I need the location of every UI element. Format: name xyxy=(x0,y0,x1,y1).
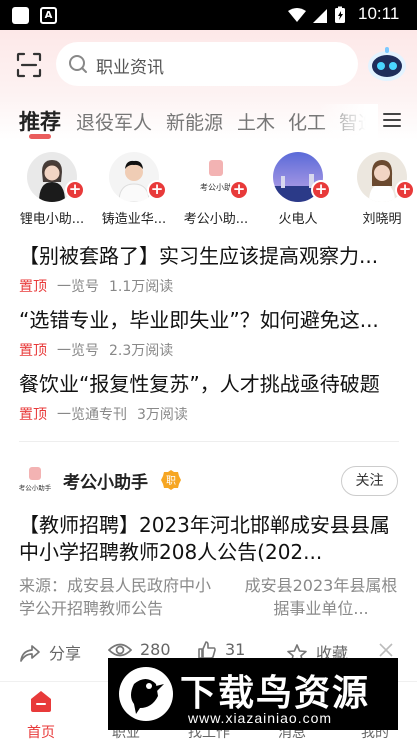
tab-active-indicator xyxy=(29,134,51,139)
nav-label: 首页 xyxy=(27,725,55,741)
tab-veterans[interactable]: 退役军人 xyxy=(76,108,152,135)
pinned-tag: 置顶 xyxy=(19,343,47,359)
pinned-tag: 置顶 xyxy=(19,407,47,423)
article-meta: 置顶 一览号 1.1万阅读 xyxy=(19,276,173,296)
author-logo: 考公小助手 xyxy=(19,467,52,492)
article-source: 一览号 xyxy=(57,343,99,359)
creator-name: 铸造业华... xyxy=(101,212,167,227)
status-bar: A 10:11 xyxy=(0,0,417,30)
creator-item[interactable]: + 刘晓明 xyxy=(341,148,417,228)
card-title[interactable]: 【教师招聘】2023年河北邯郸成安县县属中小学招聘教师208人公告(202... xyxy=(19,512,401,566)
menu-icon[interactable] xyxy=(382,110,402,130)
status-time: 10:11 xyxy=(358,4,400,23)
creator-item[interactable]: + 铸造业华... xyxy=(93,148,175,228)
share-button[interactable]: 分享 xyxy=(19,640,81,664)
article-reads: 3万阅读 xyxy=(137,407,188,423)
creator-name: 刘晓明 xyxy=(362,212,402,227)
follow-plus-icon[interactable]: + xyxy=(229,180,249,200)
thumbs-up-icon xyxy=(198,641,216,659)
likes-label: 31 xyxy=(225,640,246,659)
svg-text:考公小助手: 考公小助手 xyxy=(19,483,52,492)
article-title: 【别被套路了】实习生应该提高观察力... xyxy=(19,244,379,268)
home-icon xyxy=(31,691,51,712)
app-notification-icon: A xyxy=(40,7,57,24)
watermark-url: www.xiazainiao.com xyxy=(188,710,333,726)
follow-plus-icon[interactable]: + xyxy=(311,180,331,200)
views-label: 280 xyxy=(140,640,171,659)
follow-plus-icon[interactable]: + xyxy=(65,180,85,200)
summary-right: 成安县2023年县属根据事业单位... xyxy=(244,576,398,618)
creator-name: 火电人 xyxy=(278,212,318,227)
summary-left: 来源：成安县人民政府中小学公开招聘教师公告 xyxy=(19,576,212,618)
creator-item[interactable]: + 锂电小助... xyxy=(11,148,93,228)
author-name[interactable]: 考公小助手 xyxy=(63,468,148,493)
creator-item[interactable]: + 火电人 xyxy=(257,148,339,228)
svg-text:考公小助: 考公小助 xyxy=(200,182,232,192)
robot-assistant-icon[interactable] xyxy=(366,44,408,84)
category-tabs: 推荐 退役军人 新能源 土木 化工 智造 xyxy=(0,104,417,140)
pinned-article[interactable]: 【别被套路了】实习生应该提高观察力... 置顶 一览号 1.1万阅读 xyxy=(19,240,399,302)
watermark-title: 下载鸟资源 xyxy=(180,673,371,714)
search-placeholder: 职业资讯 xyxy=(96,58,164,78)
verified-badge-icon: 职 xyxy=(161,470,181,490)
article-source: 一览号 xyxy=(57,279,99,295)
article-meta: 置顶 一览通专刊 3万阅读 xyxy=(19,404,188,424)
search-input[interactable]: 职业资讯 xyxy=(56,42,358,86)
article-meta: 置顶 一览号 2.3万阅读 xyxy=(19,340,173,360)
svg-text:职: 职 xyxy=(166,475,176,487)
search-icon xyxy=(69,55,87,73)
creator-name: 考公小助... xyxy=(183,212,249,227)
eye-icon xyxy=(107,643,133,657)
follow-plus-icon[interactable]: + xyxy=(147,180,167,200)
scan-icon[interactable] xyxy=(16,52,42,78)
tabs-fade xyxy=(318,104,378,140)
pinned-tag: 置顶 xyxy=(19,279,47,295)
article-title: 餐饮业“报复性复苏”，人才挑战亟待破题 xyxy=(19,372,380,396)
creator-name: 锂电小助... xyxy=(19,212,85,227)
pinned-article[interactable]: “选错专业，毕业即失业”？如何避免这... 置顶 一览号 2.3万阅读 xyxy=(19,304,399,366)
pinned-article[interactable]: 餐饮业“报复性复苏”，人才挑战亟待破题 置顶 一览通专刊 3万阅读 xyxy=(19,368,399,430)
article-source: 一览通专刊 xyxy=(57,407,127,423)
follow-plus-icon[interactable]: + xyxy=(395,180,415,200)
divider xyxy=(19,441,399,442)
share-label: 分享 xyxy=(49,644,82,663)
article-title: “选错专业，毕业即失业”？如何避免这... xyxy=(19,308,379,332)
tab-new-energy[interactable]: 新能源 xyxy=(166,108,223,135)
creator-item[interactable]: 考公小助 + 考公小助... xyxy=(175,148,257,228)
article-reads: 2.3万阅读 xyxy=(109,343,174,359)
nav-home[interactable]: 首页 xyxy=(1,688,81,741)
status-icons xyxy=(288,6,345,23)
tab-civil-engineering[interactable]: 土木 xyxy=(237,108,275,135)
notification-icon xyxy=(12,7,29,24)
share-icon xyxy=(20,645,40,662)
article-reads: 1.1万阅读 xyxy=(109,279,174,295)
watermark: 下载鸟资源 www.xiazainiao.com xyxy=(108,658,398,730)
creator-list: + 锂电小助... + 铸造业华... 考公小助 + 考公小助... + 火电人 xyxy=(0,148,417,228)
close-icon[interactable] xyxy=(378,642,394,658)
bird-logo-icon xyxy=(119,667,173,721)
card-summary: 来源：成安县人民政府中小学公开招聘教师公告 成安县2023年县属根据事业单位..… xyxy=(19,574,401,620)
header: 职业资讯 推荐 退役军人 新能源 土木 化工 智造 xyxy=(0,30,417,140)
tab-recommend[interactable]: 推荐 xyxy=(19,106,61,136)
follow-button[interactable]: 关注 xyxy=(341,466,398,496)
